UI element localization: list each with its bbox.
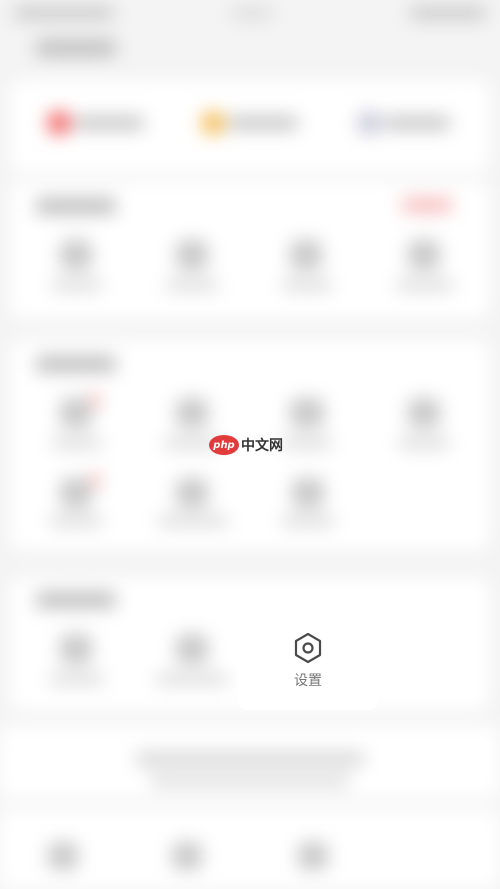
watermark-logo: php 中文网 <box>209 432 283 458</box>
php-logo-text: php <box>213 439 235 451</box>
mobile-screen: php 中文网 设置 <box>0 0 500 889</box>
watermark-site-name: 中文网 <box>241 438 283 454</box>
hexagon-gear-icon <box>294 632 322 664</box>
php-logo-icon: php <box>209 435 239 455</box>
settings-label: 设置 <box>294 673 322 689</box>
settings-button[interactable]: 设置 <box>238 614 378 710</box>
